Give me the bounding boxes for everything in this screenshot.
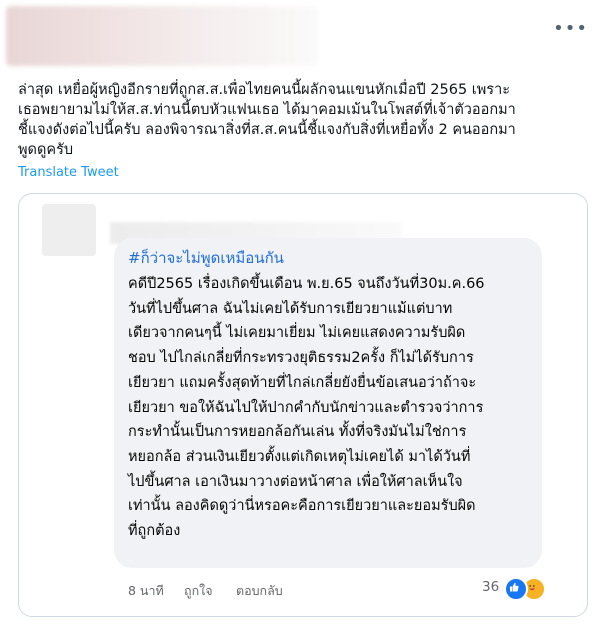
more-icon[interactable]: ••• [553,18,588,39]
reaction-count[interactable]: 36 [482,579,499,595]
like-button[interactable]: ถูกใจ [184,581,213,601]
hashtag-link[interactable]: #ก็ว่าจะไม่พูดเหมือนกัน [128,246,284,270]
blurred-author-info [6,6,318,66]
tweet-text: ล่าสุด เหยื่อผู้หญิงอีกรายที่ถูกส.ส.เพื่… [18,82,516,158]
comment-timestamp: 8 นาที [128,583,164,598]
translate-tweet-link[interactable]: Translate Tweet [18,165,119,180]
comment-text: คดีปี2565 เรื่องเกิดขึ้นเดือน พ.ย.65 จนถ… [128,276,485,540]
reply-button[interactable]: ตอบกลับ [236,581,283,601]
like-icon [504,577,528,601]
blurred-avatar [42,204,96,256]
tweet-header: ••• [0,0,604,72]
